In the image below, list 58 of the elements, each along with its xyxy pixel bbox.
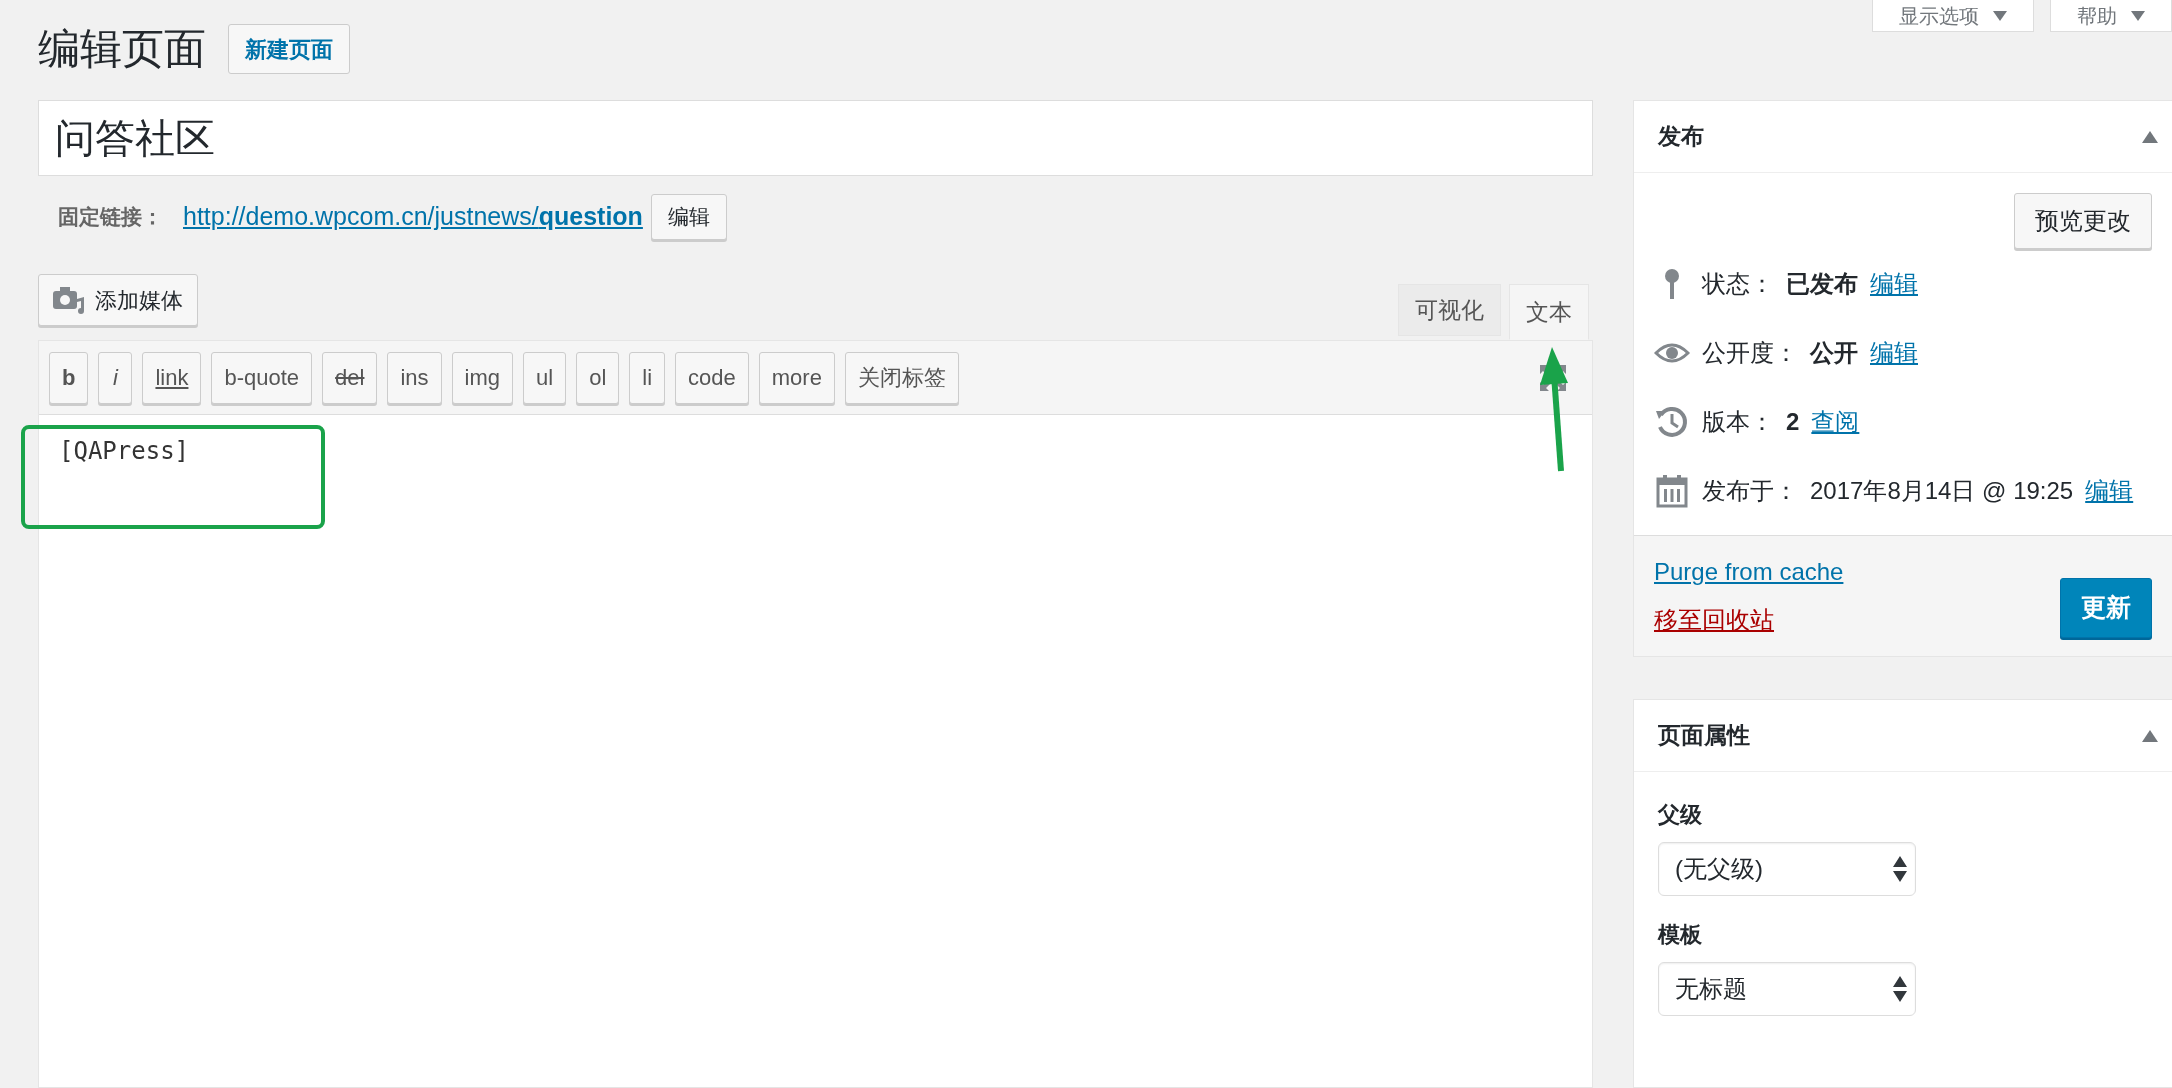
- add-media-button[interactable]: 添加媒体: [38, 274, 198, 326]
- collapse-icon[interactable]: [2142, 130, 2158, 143]
- quicktag-button[interactable]: i: [98, 351, 133, 404]
- purge-cache-link[interactable]: Purge from cache: [1654, 554, 1844, 590]
- camera-music-icon: [53, 285, 85, 315]
- panel-title: 页面属性: [1658, 721, 1750, 751]
- meta-label: 版本：: [1702, 407, 1774, 437]
- quicktag-button[interactable]: li: [629, 351, 666, 404]
- quicktag-button[interactable]: ol: [576, 351, 620, 404]
- editor-tab[interactable]: 文本: [1509, 284, 1589, 340]
- quicktag-button[interactable]: ul: [523, 351, 567, 404]
- select-field[interactable]: (无父级): [1658, 842, 1916, 896]
- field-label: 模板: [1658, 920, 1703, 949]
- eye-icon: [1654, 341, 1690, 365]
- meta-value: 2: [1786, 407, 1800, 437]
- meta-value: 已发布: [1786, 269, 1858, 299]
- meta-edit-link[interactable]: 编辑: [1870, 266, 1918, 302]
- meta-value: 公开: [1810, 338, 1858, 368]
- updown-arrows-icon: [1893, 856, 1907, 882]
- meta-edit-link[interactable]: 编辑: [2085, 473, 2134, 509]
- update-button[interactable]: 更新: [2060, 578, 2152, 638]
- quicktag-button[interactable]: link: [142, 351, 202, 404]
- edit-slug-button[interactable]: 编辑: [650, 194, 727, 240]
- select-field[interactable]: 无标题: [1658, 962, 1916, 1016]
- panel-title: 发布: [1658, 122, 1704, 152]
- preview-button[interactable]: 预览更改: [2014, 193, 2152, 249]
- collapse-icon[interactable]: [2142, 729, 2158, 742]
- quicktag-button[interactable]: img: [451, 351, 514, 404]
- quicktag-button[interactable]: b-quote: [211, 351, 313, 404]
- permalink-link[interactable]: http://demo.wpcom.cn/justnews/question: [183, 198, 643, 236]
- quicktag-button[interactable]: b: [49, 351, 89, 404]
- meta-edit-link[interactable]: 查阅: [1811, 404, 1860, 440]
- meta-value: 2017年8月14日 @ 19:25: [1810, 476, 2074, 506]
- editor-tab[interactable]: 可视化: [1398, 284, 1501, 336]
- meta-edit-link[interactable]: 编辑: [1870, 335, 1918, 371]
- meta-label: 状态：: [1702, 269, 1774, 299]
- calendar-icon: [1656, 474, 1688, 508]
- meta-label: 发布于：: [1702, 476, 1798, 506]
- field-label: 父级: [1658, 800, 1703, 829]
- updown-arrows-icon: [1893, 976, 1907, 1002]
- screen-meta-tab[interactable]: 帮助: [2050, 0, 2172, 32]
- title-field[interactable]: 问答社区: [38, 100, 1593, 176]
- page-heading: 编辑页面: [38, 28, 206, 70]
- quicktag-button[interactable]: ins: [387, 351, 442, 404]
- screen-meta-tab[interactable]: 显示选项: [1872, 0, 2034, 32]
- trash-link[interactable]: 移至回收站: [1654, 602, 1844, 638]
- history-icon: [1655, 405, 1689, 439]
- editor-textarea[interactable]: [QAPress]: [39, 415, 1592, 469]
- meta-label: 公开度：: [1702, 338, 1798, 368]
- add-new-button[interactable]: 新建页面: [228, 24, 350, 74]
- quicktag-button[interactable]: more: [758, 351, 835, 404]
- quicktag-button[interactable]: code: [675, 351, 749, 404]
- quicktag-button[interactable]: 关闭标签: [844, 351, 959, 404]
- dropdown-caret-icon: [2131, 10, 2145, 21]
- add-media-label: 添加媒体: [95, 286, 183, 315]
- dropdown-caret-icon: [1993, 10, 2007, 21]
- quicktag-button[interactable]: del: [322, 351, 378, 404]
- permalink-label: 固定链接：: [58, 204, 163, 231]
